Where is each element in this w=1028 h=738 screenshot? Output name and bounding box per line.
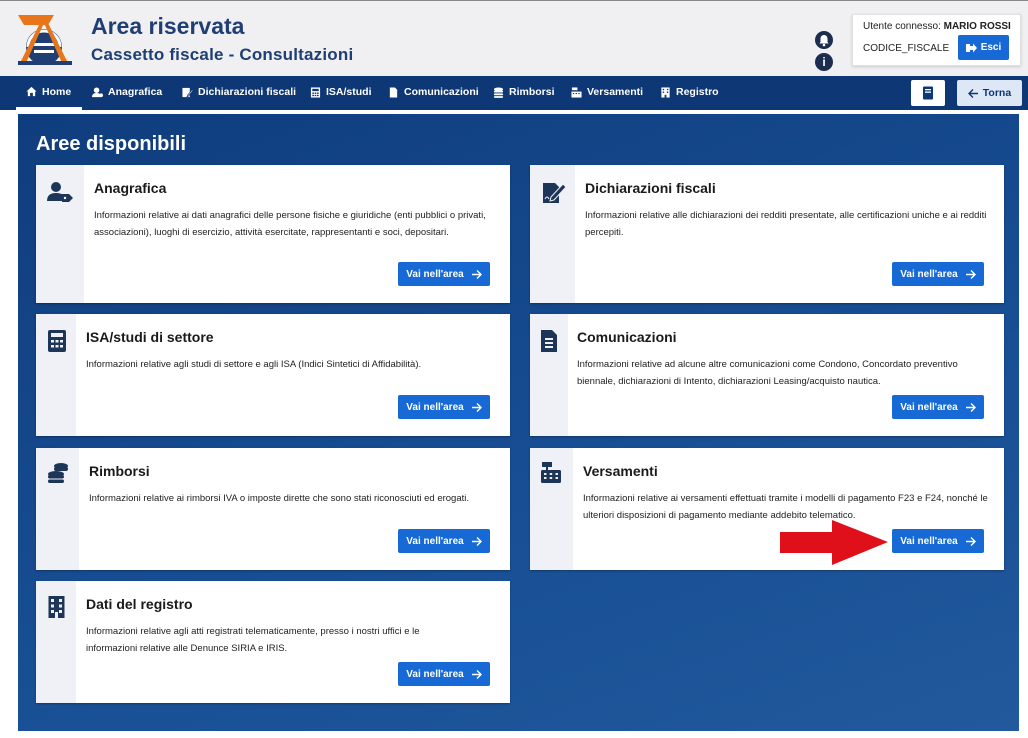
nav-item-home-label: Home — [42, 85, 72, 98]
card-text: Informazioni relative ai dati anagrafici… — [94, 210, 486, 238]
vai-area-label: Vai nell'area — [900, 535, 958, 547]
user-connected-label: Utente connesso: MARIO ROSSI — [863, 21, 1011, 32]
nav-item-comunicazioni[interactable]: Comunicazioni — [388, 76, 479, 108]
document-icon — [389, 86, 398, 98]
back-button[interactable]: Torna — [957, 80, 1022, 106]
vai-area-button-anagrafica[interactable]: Vai nell'area — [398, 262, 490, 286]
book-icon — [923, 86, 933, 100]
vai-area-button-comunicazioni[interactable]: Vai nell'area — [892, 395, 984, 419]
document-icon — [541, 330, 557, 352]
page-subtitle: Cassetto fiscale - Consultazioni — [91, 45, 354, 64]
card-text: Informazioni relative agli atti registra… — [86, 626, 420, 654]
nav-item-registro[interactable]: Registro — [660, 76, 719, 108]
user-name: MARIO ROSSI — [943, 21, 1011, 32]
coins-icon — [48, 463, 68, 483]
section-title: Aree disponibili — [36, 133, 187, 155]
codice-fiscale: CODICE_FISCALE — [863, 43, 950, 54]
logout-icon — [965, 43, 977, 52]
edit-icon — [182, 87, 193, 97]
vai-area-label: Vai nell'area — [406, 401, 464, 413]
nav-item-dichiarazioni-label: Dichiarazioni fiscali — [198, 86, 297, 98]
card-rimborsi: Rimborsi Informazioni relative ai rimbor… — [36, 448, 510, 570]
card-title: Dati del registro — [86, 596, 193, 612]
logout-button[interactable]: Esci — [958, 35, 1009, 60]
card-anagrafica: Anagrafica Informazioni relative ai dati… — [36, 165, 510, 303]
card-dichiarazioni: Dichiarazioni fiscali Informazioni relat… — [530, 165, 1004, 303]
home-icon — [26, 86, 37, 97]
card-title: Versamenti — [583, 463, 658, 479]
nav-item-dichiarazioni[interactable]: Dichiarazioni fiscali — [182, 76, 296, 108]
user-tag-icon — [47, 182, 73, 202]
nav-item-anagrafica-label: Anagrafica — [108, 86, 163, 98]
card-registro: Dati del registro Informazioni relative … — [36, 581, 510, 703]
arrow-right-icon — [471, 402, 482, 412]
nav-item-isa[interactable]: ISA/studi — [310, 76, 372, 108]
red-arrow-annotation-icon — [780, 520, 888, 565]
book-button[interactable] — [911, 80, 945, 106]
calculator-icon — [310, 86, 321, 98]
nav-item-versamenti[interactable]: Versamenti — [571, 76, 643, 108]
card-comunicazioni: Comunicazioni Informazioni relative ad a… — [530, 314, 1004, 436]
card-title: Comunicazioni — [577, 329, 677, 345]
vai-area-button-registro[interactable]: Vai nell'area — [398, 662, 490, 686]
agenzia-entrate-logo-icon — [18, 15, 72, 65]
header: Area riservata Cassetto fiscale - Consul… — [0, 0, 1028, 76]
building-icon — [661, 86, 670, 98]
main-area: Aree disponibili Anagrafica Informazioni… — [16, 114, 1019, 731]
nav-item-rimborsi[interactable]: Rimborsi — [493, 76, 555, 108]
card-text: Informazioni relative alle dichiarazioni… — [585, 210, 987, 238]
arrow-right-icon — [965, 536, 976, 546]
building-icon — [48, 596, 65, 618]
nav-item-rimborsi-label: Rimborsi — [509, 86, 555, 98]
arrow-right-icon — [965, 402, 976, 412]
card-title: Rimborsi — [89, 463, 150, 479]
arrow-right-icon — [471, 669, 482, 679]
arrow-right-icon — [471, 269, 482, 279]
vai-area-button-isa[interactable]: Vai nell'area — [398, 395, 490, 419]
vai-area-label: Vai nell'area — [900, 268, 958, 280]
user-icon — [92, 86, 103, 97]
vai-area-button-versamenti[interactable]: Vai nell'area — [892, 529, 984, 553]
arrow-right-icon — [471, 536, 482, 546]
back-label: Torna — [982, 87, 1012, 99]
logout-label: Esci — [980, 42, 1002, 53]
main-nav: Home Anagrafica Dichiarazioni fiscali IS… — [0, 76, 1028, 110]
vai-area-label: Vai nell'area — [406, 668, 464, 680]
card-title: Anagrafica — [94, 180, 167, 196]
card-text: Informazioni relative ad alcune altre co… — [577, 359, 958, 387]
arrow-right-icon — [965, 269, 976, 279]
vai-area-button-rimborsi[interactable]: Vai nell'area — [398, 529, 490, 553]
nav-item-registro-label: Registro — [676, 86, 719, 98]
page-title: Area riservata — [91, 13, 245, 39]
vai-area-label: Vai nell'area — [406, 535, 464, 547]
nav-item-comunicazioni-label: Comunicazioni — [404, 86, 479, 98]
vai-area-label: Vai nell'area — [406, 268, 464, 280]
card-isa: ISA/studi di settore Informazioni relati… — [36, 314, 510, 436]
coins-icon — [493, 86, 504, 98]
user-panel: Utente connesso: MARIO ROSSI CODICE_FISC… — [852, 14, 1021, 66]
card-title: Dichiarazioni fiscali — [585, 180, 716, 196]
vai-area-button-dichiarazioni[interactable]: Vai nell'area — [892, 262, 984, 286]
signature-icon — [543, 183, 567, 203]
cash-register-icon — [541, 462, 561, 483]
card-title: ISA/studi di settore — [86, 329, 214, 345]
card-text: Informazioni relative agli studi di sett… — [86, 359, 422, 370]
nav-item-isa-label: ISA/studi — [326, 86, 372, 98]
user-label-text: Utente connesso: — [863, 21, 941, 32]
card-versamenti: Versamenti Informazioni relative ai vers… — [530, 448, 1004, 570]
nav-item-versamenti-label: Versamenti — [587, 86, 644, 98]
arrow-left-icon — [967, 88, 978, 98]
card-text: Informazioni relative ai rimborsi IVA o … — [89, 493, 469, 504]
cash-register-icon — [571, 86, 582, 98]
nav-item-home[interactable]: Home — [16, 76, 82, 110]
info-icon[interactable]: i — [815, 53, 833, 71]
nav-item-anagrafica[interactable]: Anagrafica — [92, 76, 162, 108]
bell-icon[interactable] — [815, 31, 833, 49]
calculator-icon — [48, 330, 66, 352]
vai-area-label: Vai nell'area — [900, 401, 958, 413]
